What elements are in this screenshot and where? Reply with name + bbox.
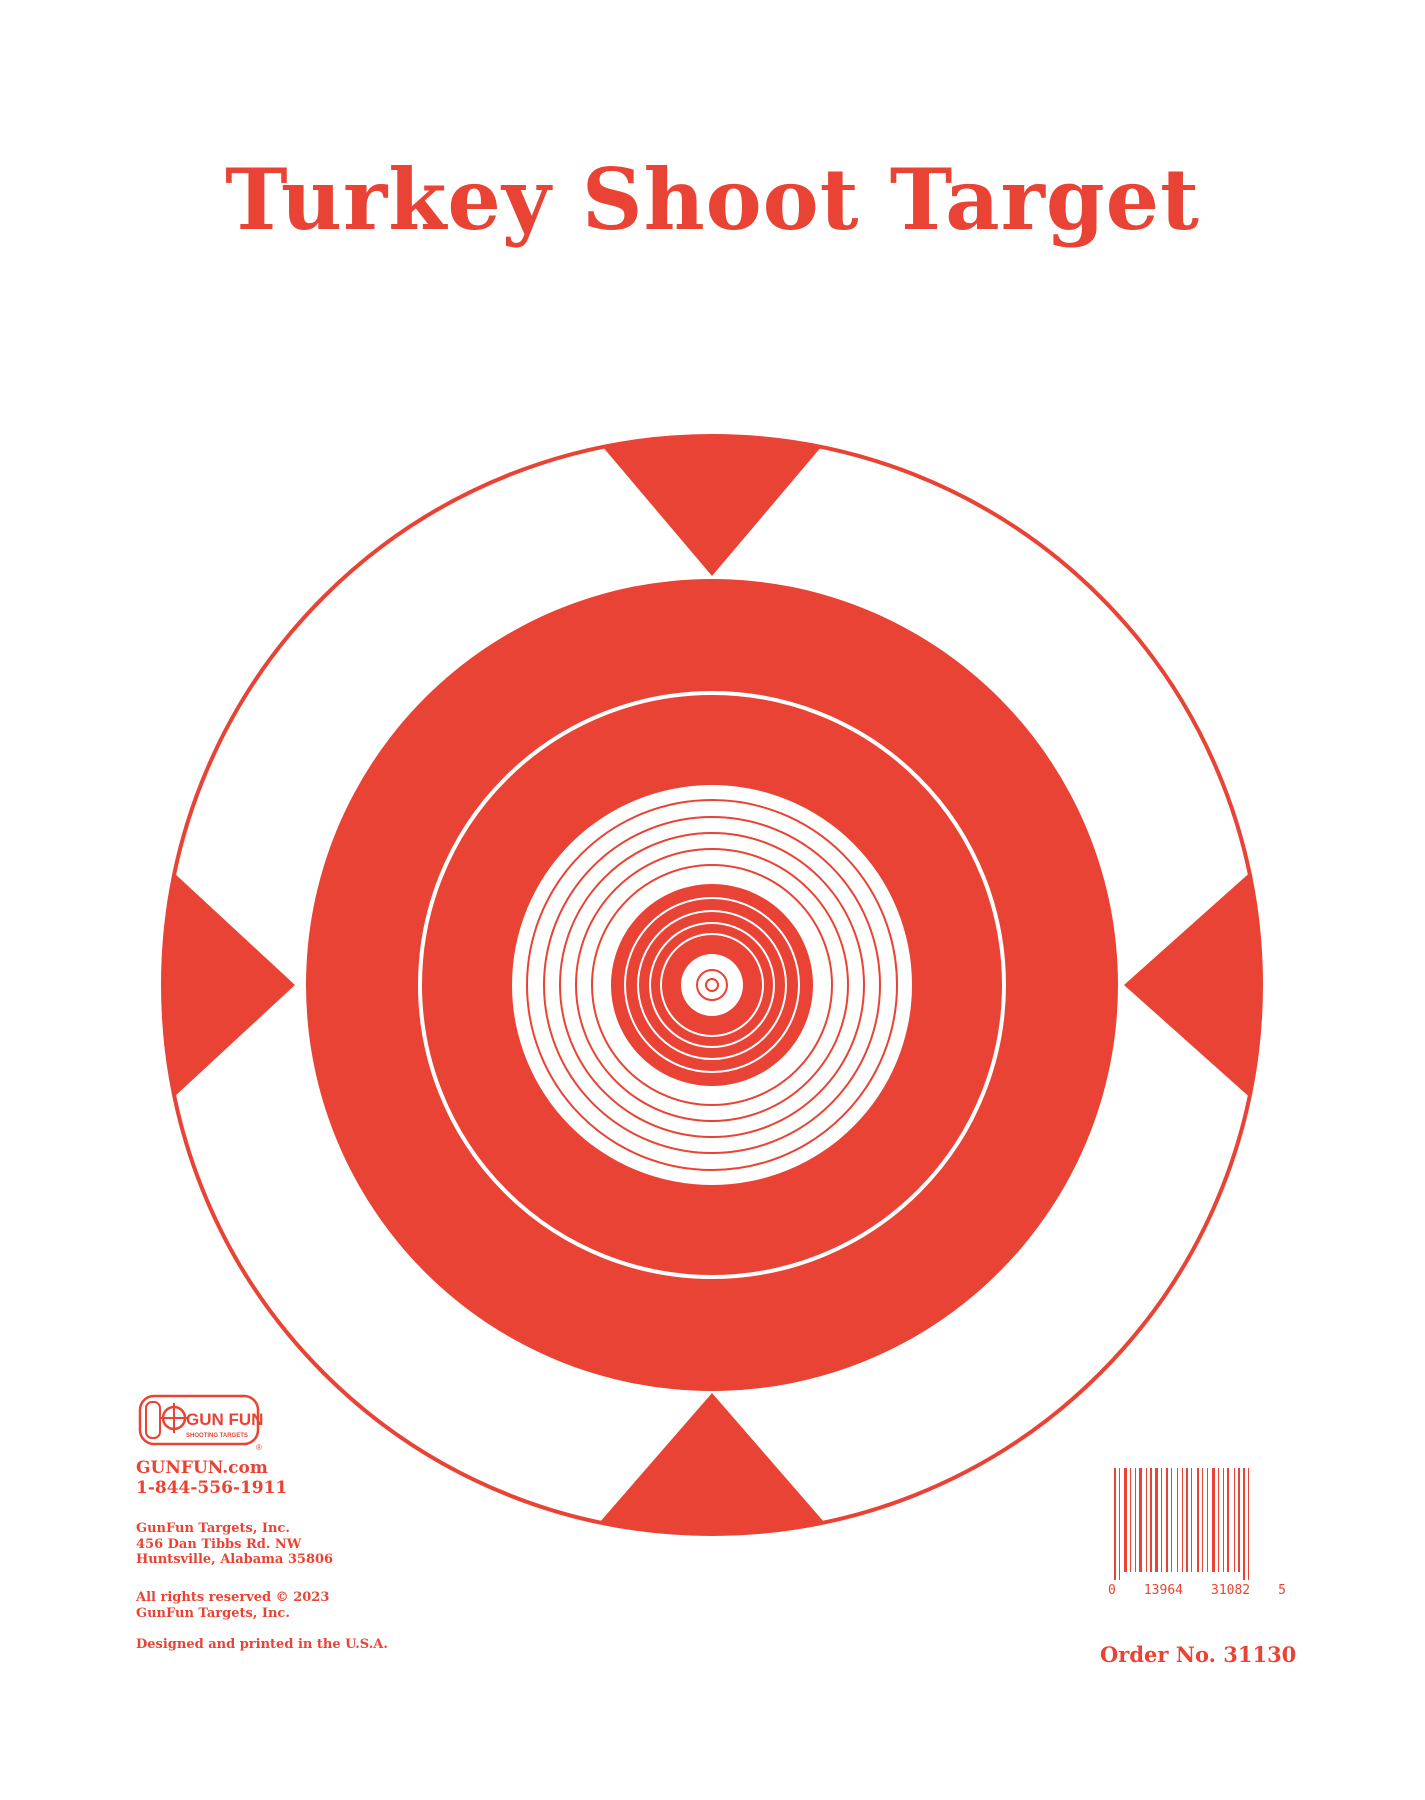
bottom-triangle-marker — [580, 1393, 844, 1534]
barcode-bar — [1161, 1468, 1162, 1572]
right-triangle-marker — [1124, 860, 1261, 1110]
barcode-bar — [1146, 1468, 1147, 1572]
barcode-bar — [1182, 1468, 1183, 1572]
barcode-bar — [1243, 1468, 1245, 1580]
barcode-bar — [1177, 1468, 1178, 1572]
barcode-bar — [1135, 1468, 1136, 1572]
barcode-bar — [1150, 1468, 1152, 1572]
company-name: GunFun Targets, Inc. — [136, 1521, 290, 1536]
city-address: Huntsville, Alabama 35806 — [136, 1552, 334, 1568]
barcode-bar — [1171, 1468, 1172, 1572]
barcode-bar — [1207, 1468, 1208, 1572]
barcode-bar — [1248, 1468, 1249, 1580]
registered-mark: ® — [256, 1443, 262, 1452]
barcode-bar — [1238, 1468, 1240, 1572]
rights-block: All rights reserved © 2023 GunFun Target… — [136, 1590, 329, 1621]
barcode-bar — [1186, 1468, 1188, 1572]
barcode-bar — [1139, 1468, 1142, 1572]
barcode-bar — [1234, 1468, 1235, 1572]
barcode-bar — [1191, 1468, 1192, 1572]
barcode-bar — [1197, 1468, 1199, 1572]
address-block: GunFun Targets, Inc. 456 Dan Tibbs Rd. N… — [136, 1521, 333, 1568]
contact-block: GUNFUN.com 1-844-556-1911 — [136, 1458, 287, 1499]
barcode-bar — [1202, 1468, 1203, 1572]
barcode-bar — [1166, 1468, 1168, 1572]
logo-text: GUN FUN — [186, 1410, 263, 1429]
barcode-group-1: 13964 — [1143, 1583, 1183, 1598]
barcode-bar — [1212, 1468, 1215, 1572]
barcode-left-digit: 0 — [1108, 1583, 1116, 1598]
barcode-right-digit: 5 — [1278, 1583, 1286, 1598]
left-triangle-marker — [163, 860, 295, 1110]
made-in-text: Designed and printed in the U.S.A. — [136, 1637, 388, 1652]
barcode-bar — [1227, 1468, 1229, 1572]
scoring-rings — [512, 785, 912, 1185]
street-address: 456 Dan Tibbs Rd. NW — [136, 1536, 302, 1552]
barcode-group-2: 31082 — [1211, 1583, 1251, 1598]
bullseye-white — [681, 954, 743, 1016]
phone-text: 1-844-556-1911 — [136, 1478, 288, 1499]
barcode-bar — [1114, 1468, 1116, 1580]
barcode — [1108, 1468, 1286, 1584]
website-text: GUNFUN.com — [136, 1458, 268, 1478]
barcode-bar — [1218, 1468, 1219, 1572]
barcode-digits: 0 13964 31082 5 — [1108, 1583, 1286, 1598]
barcode-bar — [1119, 1468, 1120, 1580]
gunfun-logo: GUN FUN SHOOTING TARGETS ® — [136, 1392, 266, 1452]
barcode-bar — [1223, 1468, 1224, 1572]
rights-line: All rights reserved © 2023 — [136, 1590, 330, 1605]
barcode-bar — [1155, 1468, 1158, 1572]
rights-company: GunFun Targets, Inc. — [136, 1605, 290, 1621]
barcode-bar — [1124, 1468, 1127, 1572]
order-number: Order No. 31130 — [1100, 1642, 1297, 1667]
logo-subtext: SHOOTING TARGETS — [186, 1433, 248, 1439]
barcode-bar — [1130, 1468, 1131, 1572]
